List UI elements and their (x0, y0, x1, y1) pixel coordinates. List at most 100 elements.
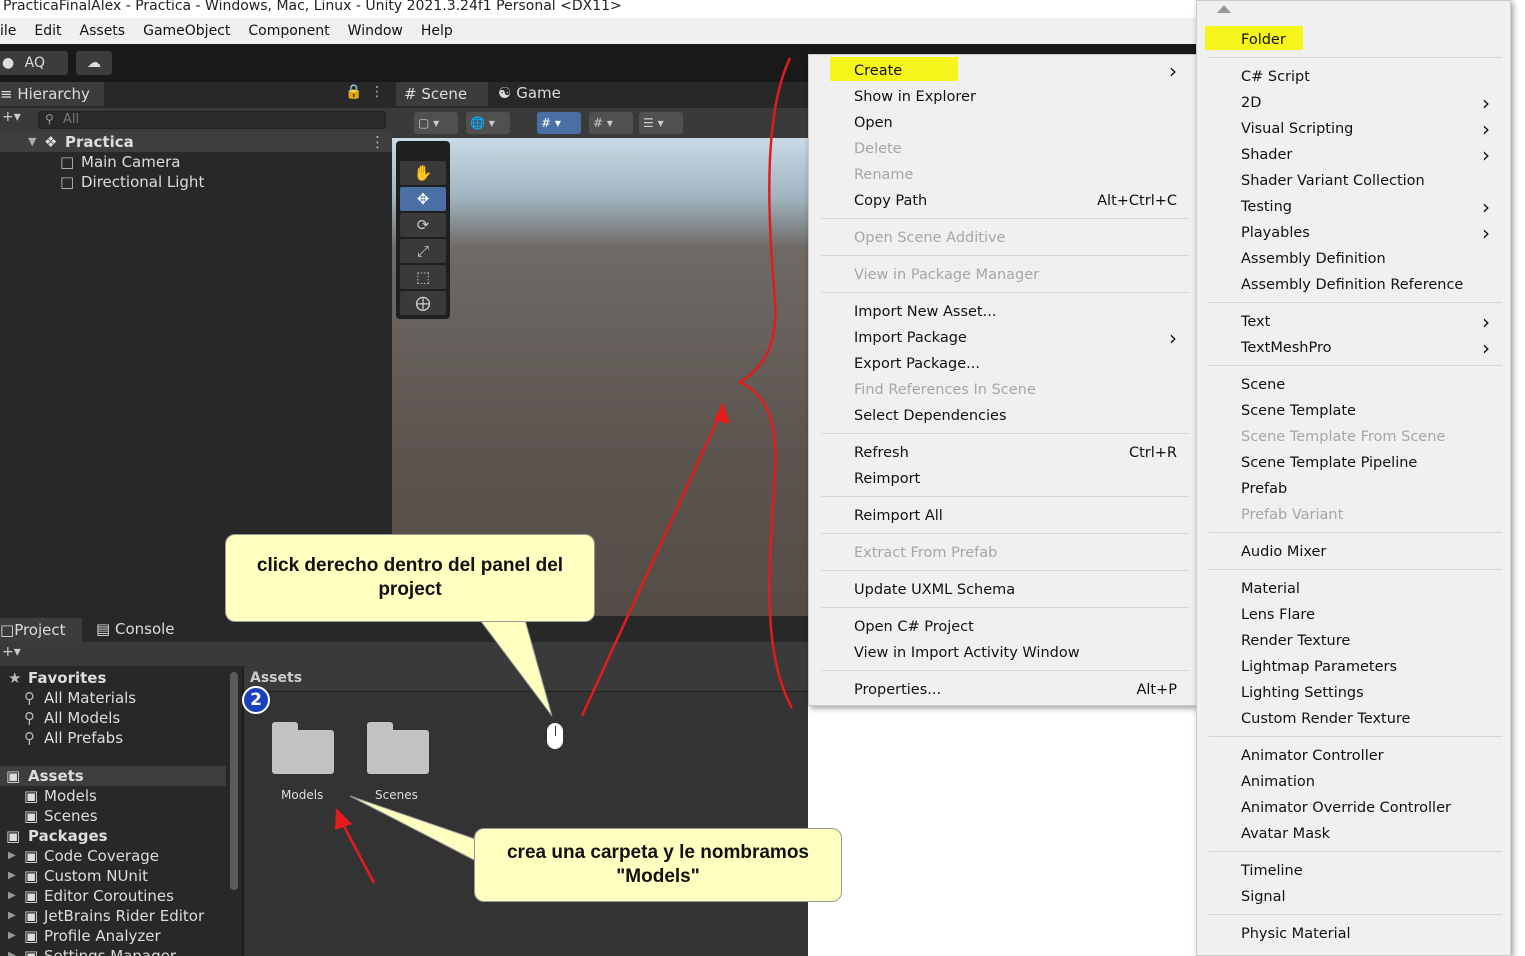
menu-item-label: Assembly Definition (1241, 251, 1386, 267)
menu-item-material[interactable]: Material (1241, 578, 1490, 600)
menu-item-label: Reimport All (854, 508, 943, 524)
menu-item-label: Animator Override Controller (1241, 800, 1451, 816)
menu-item-extract-from-prefab: Extract From Prefab (854, 542, 1177, 564)
callout-pointer (349, 795, 479, 863)
chevron-right-icon: › (1169, 326, 1177, 350)
menu-item-label: Rename (854, 167, 914, 183)
menu-item-assembly-definition[interactable]: Assembly Definition (1241, 248, 1490, 270)
menu-item-view-in-package-manager: View in Package Manager (854, 264, 1177, 286)
menu-separator (821, 292, 1189, 293)
menu-item-label: Lightmap Parameters (1241, 659, 1398, 675)
menu-item-label: Animator Controller (1241, 748, 1384, 764)
menu-item-label: Scene Template (1241, 403, 1356, 419)
menu-item-timeline[interactable]: Timeline (1241, 860, 1490, 882)
menu-item-physic-material[interactable]: Physic Material (1241, 923, 1490, 945)
menu-item-prefab-variant: Prefab Variant (1241, 504, 1490, 526)
menu-item-reimport[interactable]: Reimport (854, 468, 1177, 490)
menu-item-shortcut: Alt+Ctrl+C (1097, 193, 1177, 209)
context-menu: Create › Show in Explorer Open Delete Rename C… (808, 54, 1198, 706)
menu-item-scene-template-pipeline[interactable]: Scene Template Pipeline (1241, 452, 1490, 474)
menu-item-c-script[interactable]: C# Script (1241, 66, 1490, 88)
menu-item-create[interactable]: Create › (830, 57, 1177, 83)
menu-item-2d[interactable]: 2D › (1241, 92, 1490, 114)
menu-item-import-new-asset[interactable]: Import New Asset... (854, 301, 1177, 323)
annotation-arrow (580, 407, 725, 717)
menu-item-lightmap-parameters[interactable]: Lightmap Parameters (1241, 656, 1490, 678)
menu-item-render-texture[interactable]: Render Texture (1241, 630, 1490, 652)
menu-item-label: Prefab (1241, 481, 1288, 497)
menu-item-label: Assembly Definition Reference (1241, 277, 1464, 293)
menu-item-export-package[interactable]: Export Package... (854, 353, 1177, 375)
menu-item-scene[interactable]: Scene (1241, 374, 1490, 396)
menu-item-label: Find References In Scene (854, 382, 1036, 398)
menu-item-animator-controller[interactable]: Animator Controller (1241, 745, 1490, 767)
annotation-bracket (737, 57, 794, 709)
menu-item-show-in-explorer[interactable]: Show in Explorer (854, 86, 1177, 108)
menu-item-textmeshpro[interactable]: TextMeshPro › (1241, 337, 1490, 359)
menu-item-open-c-project[interactable]: Open C# Project (854, 616, 1177, 638)
menu-item-label: Update UXML Schema (854, 582, 1016, 598)
menu-separator (821, 607, 1189, 608)
menu-item-animation[interactable]: Animation (1241, 771, 1490, 793)
menu-item-label: Timeline (1241, 863, 1303, 879)
menu-item-label: View in Package Manager (854, 267, 1040, 283)
menu-item-shader-variant-collection[interactable]: Shader Variant Collection (1241, 170, 1490, 192)
menu-item-label: Audio Mixer (1241, 544, 1327, 560)
menu-separator (1209, 57, 1502, 58)
menu-item-testing[interactable]: Testing › (1241, 196, 1490, 218)
menu-item-select-dependencies[interactable]: Select Dependencies (854, 405, 1177, 427)
menu-item-label: Signal (1241, 889, 1286, 905)
chevron-right-icon: › (1482, 91, 1490, 115)
menu-item-copy-path[interactable]: Copy Path Alt+Ctrl+C (854, 190, 1177, 212)
menu-separator (1209, 302, 1502, 303)
menu-item-text[interactable]: Text › (1241, 311, 1490, 333)
menu-item-label: Open (854, 115, 893, 131)
menu-item-label: Open C# Project (854, 619, 974, 635)
menu-item-scene-template[interactable]: Scene Template (1241, 400, 1490, 422)
menu-item-folder[interactable]: Folder (1205, 26, 1490, 51)
menu-separator (821, 255, 1189, 256)
chevron-right-icon: › (1169, 59, 1177, 83)
menu-item-avatar-mask[interactable]: Avatar Mask (1241, 823, 1490, 845)
menu-item-custom-render-texture[interactable]: Custom Render Texture (1241, 708, 1490, 730)
menu-item-scene-template-from-scene: Scene Template From Scene (1241, 426, 1490, 448)
menu-item-lens-flare[interactable]: Lens Flare (1241, 604, 1490, 626)
menu-separator (821, 670, 1189, 671)
menu-item-refresh[interactable]: Refresh Ctrl+R (854, 442, 1177, 464)
menu-item-update-uxml-schema[interactable]: Update UXML Schema (854, 579, 1177, 601)
menu-separator (821, 433, 1189, 434)
menu-item-label: Export Package... (854, 356, 981, 372)
menu-item-open[interactable]: Open (854, 112, 1177, 134)
menu-item-label: Material (1241, 581, 1300, 597)
menu-item-assembly-definition-reference[interactable]: Assembly Definition Reference (1241, 274, 1490, 296)
menu-item-label: Custom Render Texture (1241, 711, 1411, 727)
menu-item-signal[interactable]: Signal (1241, 886, 1490, 908)
menu-item-label: Physic Material (1241, 926, 1351, 942)
menu-item-label: C# Script (1241, 69, 1310, 85)
menu-item-import-package[interactable]: Import Package › (854, 327, 1177, 349)
menu-item-playables[interactable]: Playables › (1241, 222, 1490, 244)
menu-item-animator-override-controller[interactable]: Animator Override Controller (1241, 797, 1490, 819)
menu-item-label: Lighting Settings (1241, 685, 1364, 701)
menu-item-visual-scripting[interactable]: Visual Scripting › (1241, 118, 1490, 140)
menu-item-reimport-all[interactable]: Reimport All (854, 505, 1177, 527)
menu-item-label: Playables (1241, 225, 1310, 241)
menu-item-label: Avatar Mask (1241, 826, 1331, 842)
menu-item-shader[interactable]: Shader › (1241, 144, 1490, 166)
menu-separator (1209, 736, 1502, 737)
chevron-right-icon: › (1482, 310, 1490, 334)
menu-item-view-in-import-activity-window[interactable]: View in Import Activity Window (854, 642, 1177, 664)
menu-item-audio-mixer[interactable]: Audio Mixer (1241, 541, 1490, 563)
menu-item-shortcut: Alt+P (1136, 682, 1177, 698)
menu-item-label: Extract From Prefab (854, 545, 998, 561)
menu-item-properties[interactable]: Properties... Alt+P (854, 679, 1177, 701)
menu-item-label: Shader (1241, 147, 1293, 163)
menu-item-label: Render Texture (1241, 633, 1351, 649)
menu-separator (1209, 914, 1502, 915)
menu-item-prefab[interactable]: Prefab (1241, 478, 1490, 500)
menu-item-label: Lens Flare (1241, 607, 1315, 623)
scroll-up-icon[interactable] (1217, 5, 1231, 13)
menu-separator (821, 496, 1189, 497)
menu-item-label: Text (1241, 314, 1271, 330)
menu-item-lighting-settings[interactable]: Lighting Settings (1241, 682, 1490, 704)
